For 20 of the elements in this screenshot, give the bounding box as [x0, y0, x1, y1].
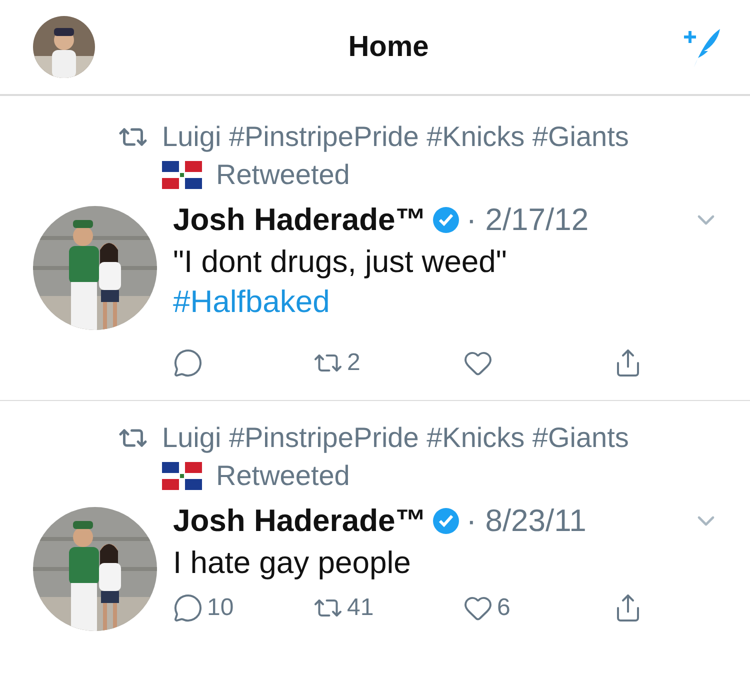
author-name[interactable]: Josh Haderade™ — [173, 499, 426, 543]
retweeted-label: Retweeted — [216, 158, 350, 192]
speech-bubble-icon[interactable] — [173, 348, 203, 378]
author-name[interactable]: Josh Haderade™ — [173, 198, 426, 242]
tweet-text: "I dont drugs, just weed" — [173, 243, 508, 281]
retweeted-label: Retweeted — [216, 459, 350, 493]
speech-bubble-icon[interactable] — [173, 593, 203, 623]
action-count: 6 — [497, 594, 510, 622]
action-count: 2 — [347, 349, 360, 377]
flag-icon — [162, 462, 202, 490]
retweeter-name[interactable]: Luigi #PinstripePride #Knicks #Giants — [162, 419, 629, 457]
action-count: 41 — [347, 594, 374, 622]
hashtag-link[interactable]: #Halfbaked — [173, 282, 720, 322]
tweet-date: · 2/17/12 — [466, 201, 589, 239]
page-title: Home — [348, 30, 429, 64]
tweet-date: · 8/23/11 — [466, 502, 586, 540]
action-count: 10 — [207, 594, 234, 622]
flag-icon — [162, 161, 202, 189]
tweet-text: I hate gay people — [173, 544, 412, 582]
retweeter-name[interactable]: Luigi #PinstripePride #Knicks #Giants — [162, 118, 629, 156]
